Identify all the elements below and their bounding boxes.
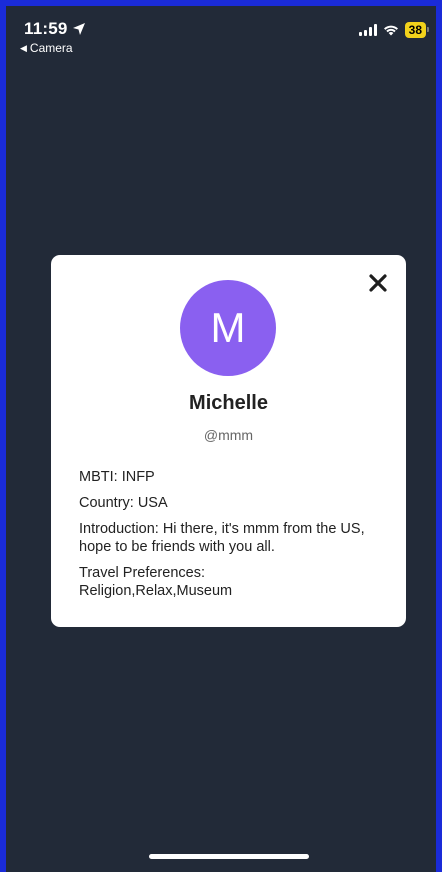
introduction-text: Introduction: Hi there, it's mmm from th…: [79, 521, 365, 555]
profile-handle: @mmm: [203, 427, 254, 443]
back-to-camera-link[interactable]: ◀ Camera: [20, 41, 73, 55]
country-text: Country: USA: [79, 495, 168, 511]
app-screen: 11:59 ◀ Camera 38 M Michelle @mmm MBTI: …: [6, 6, 436, 872]
cellular-signal-icon: [358, 24, 377, 36]
travel-preferences-label: Travel Preferences:: [79, 565, 205, 581]
back-triangle-icon: ◀: [20, 42, 27, 53]
profile-name: Michelle: [189, 392, 268, 414]
close-icon[interactable]: [366, 271, 390, 295]
profile-card: M Michelle @mmm MBTI: INFP Country: USA …: [51, 255, 406, 627]
location-arrow-icon: [72, 23, 85, 35]
mbti-text: MBTI: INFP: [79, 469, 155, 485]
back-camera-label: Camera: [29, 41, 73, 55]
wifi-icon: [383, 25, 398, 36]
status-time: 11:59: [24, 19, 86, 39]
status-bar: 11:59 ◀ Camera 38: [6, 6, 436, 62]
profile-info: MBTI: INFP Country: USA Introduction: Hi…: [79, 468, 384, 600]
battery-indicator: 38: [404, 22, 430, 38]
time-text: 11:59: [24, 19, 68, 38]
status-indicators: 38: [358, 22, 430, 38]
travel-preferences: Travel Preferences: Religion,Relax,Museu…: [79, 564, 384, 600]
travel-preferences-values: Religion,Relax,Museum: [79, 583, 233, 599]
avatar: M: [180, 280, 276, 376]
home-indicator[interactable]: [149, 854, 309, 859]
